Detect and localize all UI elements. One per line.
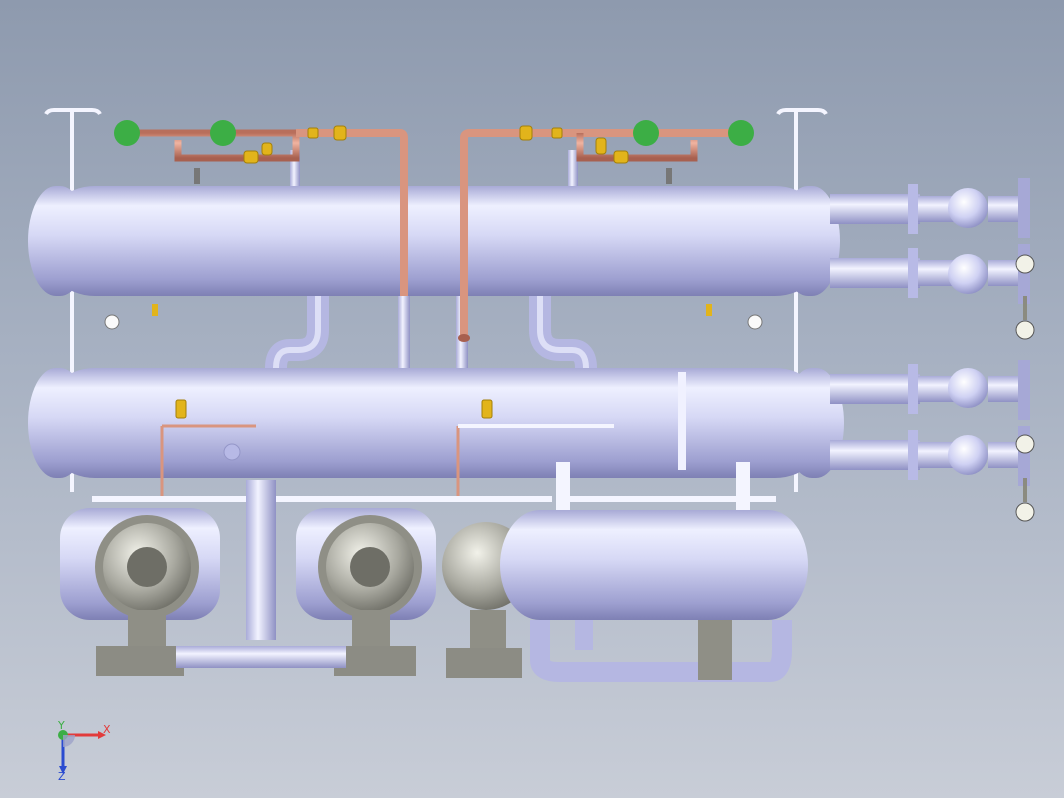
- lower-vessel[interactable]: [28, 368, 844, 478]
- suction-riser-right: [529, 296, 597, 369]
- upper-outlet-nozzles[interactable]: [830, 178, 1030, 304]
- discharge-header: [176, 646, 346, 668]
- axis-label-y: Y: [57, 719, 65, 732]
- cad-viewport[interactable]: X Y Z: [0, 0, 1064, 798]
- upper-vessel[interactable]: [28, 186, 840, 296]
- receiver-piping: [530, 620, 792, 682]
- axis-label-z: Z: [58, 770, 66, 783]
- axis-triad: X Y Z: [57, 719, 111, 783]
- axis-label-x: X: [103, 723, 111, 736]
- liquid-receiver[interactable]: [500, 510, 808, 620]
- center-riser-a: [398, 296, 410, 368]
- lower-outlet-nozzles[interactable]: [830, 360, 1030, 486]
- vertical-support-pipe: [246, 480, 276, 640]
- refrigeration-assembly-model[interactable]: X Y Z: [0, 0, 1064, 798]
- suction-riser-left: [265, 296, 329, 369]
- sight-glasses[interactable]: [114, 120, 754, 146]
